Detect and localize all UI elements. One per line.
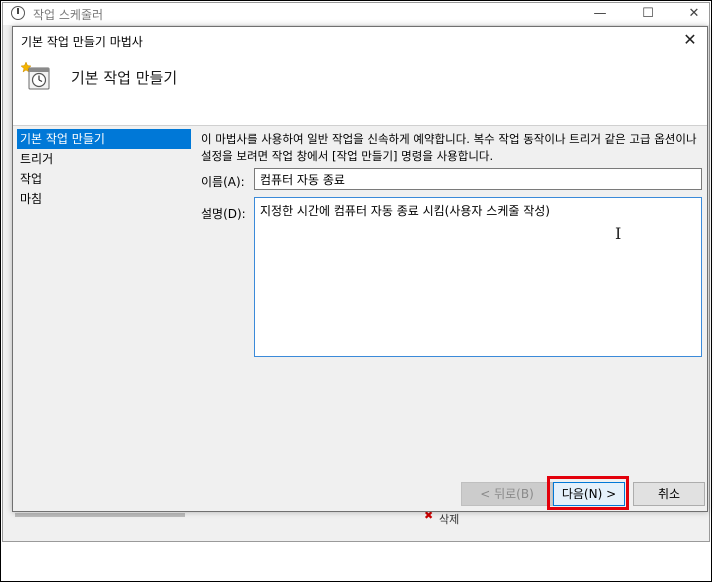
task-scheduler-titlebar: 작업 스케줄러 — ☐ ✕ bbox=[3, 3, 709, 25]
task-description-input[interactable]: 지정한 시간에 컴퓨터 자동 종료 시킴(사용자 스케줄 작성) bbox=[254, 197, 702, 357]
step-finish[interactable]: 마침 bbox=[17, 189, 191, 209]
create-basic-task-wizard: 기본 작업 만들기 마법사 ✕ 기본 작업 만들기 기본 작업 만들기 트리거 … bbox=[12, 26, 708, 512]
step-action[interactable]: 작업 bbox=[17, 169, 191, 189]
step-create-basic-task[interactable]: 기본 작업 만들기 bbox=[17, 129, 191, 149]
wizard-description: 이 마법사를 사용하여 일반 작업을 신속하게 예약합니다. 복수 작업 동작이… bbox=[201, 132, 697, 163]
name-label: 이름(A): bbox=[201, 175, 245, 189]
description-label: 설명(D): bbox=[201, 207, 246, 221]
wizard-titlebar: 기본 작업 만들기 마법사 ✕ bbox=[13, 27, 707, 53]
next-button[interactable]: 다음(N) > bbox=[553, 482, 625, 506]
step-trigger[interactable]: 트리거 bbox=[17, 149, 191, 169]
wizard-close-button[interactable]: ✕ bbox=[673, 27, 707, 53]
wizard-title: 기본 작업 만들기 마법사 bbox=[21, 35, 143, 49]
close-window-button[interactable]: ✕ bbox=[671, 3, 714, 25]
minimize-button[interactable]: — bbox=[577, 3, 623, 25]
task-wizard-icon bbox=[21, 61, 50, 90]
wizard-steps: 기본 작업 만들기 트리거 작업 마침 bbox=[17, 129, 191, 209]
delete-action[interactable]: 삭제 bbox=[439, 511, 459, 527]
maximize-button[interactable]: ☐ bbox=[625, 3, 671, 25]
back-button[interactable]: < 뒤로(B) bbox=[461, 482, 553, 506]
clock-icon bbox=[11, 6, 25, 20]
wizard-header: 기본 작업 만들기 bbox=[13, 53, 707, 126]
wizard-page-title: 기본 작업 만들기 bbox=[71, 69, 178, 87]
task-scheduler-title: 작업 스케줄러 bbox=[33, 8, 104, 22]
text-cursor-icon: I bbox=[615, 224, 622, 243]
horizontal-scrollbar[interactable] bbox=[15, 513, 185, 517]
wizard-main-panel: 이 마법사를 사용하여 일반 작업을 신속하게 예약합니다. 복수 작업 동작이… bbox=[201, 131, 703, 357]
cancel-button[interactable]: 취소 bbox=[633, 482, 705, 506]
task-name-input[interactable] bbox=[254, 168, 702, 190]
